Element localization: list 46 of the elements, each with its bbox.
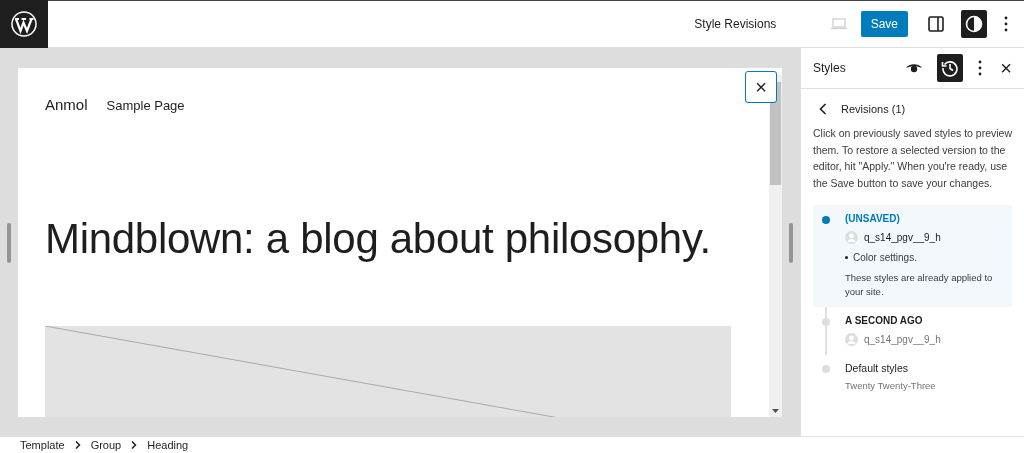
page-heading: Mindblown: a blog about philosophy. [45, 215, 712, 263]
change-summary: Color settings. [853, 252, 917, 263]
wordpress-logo[interactable] [0, 0, 48, 48]
sidebar-icon [928, 16, 944, 32]
author-name: q_s14_pgv__9_h [864, 232, 941, 243]
laptop-icon [830, 18, 847, 30]
styles-toggle-button[interactable] [961, 10, 987, 38]
breadcrumb-link[interactable]: Group [90, 437, 122, 453]
site-title[interactable]: Anmol [45, 96, 88, 113]
timeline-dot [822, 216, 830, 224]
revision-item[interactable]: (UNSAVED) q_s14_pgv__9_h Color settings. These styles are already applied to your site. [813, 205, 1012, 307]
scrollbar[interactable] [769, 74, 782, 417]
save-button[interactable]: Save [860, 11, 908, 37]
contrast-icon [965, 15, 983, 33]
scroll-down-icon[interactable] [772, 409, 779, 413]
avatar-icon [845, 333, 858, 346]
nav-link[interactable]: Sample Page [106, 98, 185, 113]
panel-title: Styles [813, 61, 847, 75]
timeline-dot [822, 365, 830, 373]
more-icon [978, 60, 982, 76]
breadcrumb-link[interactable]: Heading [147, 437, 189, 453]
history-icon [941, 59, 959, 77]
author-name: q_s14_pgv__9_h [864, 334, 941, 345]
close-button[interactable]: × [994, 54, 1018, 82]
resize-handle[interactable] [7, 222, 11, 263]
wordpress-icon [11, 10, 37, 37]
theme-name: Twenty Twenty-Three [845, 380, 937, 391]
chevron-icon [74, 441, 81, 449]
revision-item[interactable]: Default styles Twenty Twenty-Three [813, 354, 1012, 399]
document-title: Style Revisions [694, 17, 777, 31]
back-button[interactable] [817, 101, 829, 117]
resize-handle[interactable] [789, 222, 793, 263]
description-text: Click on previously saved styles to preview them. To restore a selected version to the editor, hit "Apply." When you're ready, use the Save button to save your changes. [813, 126, 1012, 191]
section-title: Revisions (1) [841, 103, 906, 115]
applied-note: These styles are already applied to your site. [845, 271, 994, 299]
revision-date: (UNSAVED) [845, 213, 901, 224]
revision-date: A SECOND AGO [845, 315, 924, 326]
more-icon [1004, 16, 1008, 32]
chevron-icon [131, 441, 138, 449]
eye-icon [906, 63, 922, 73]
avatar-icon [845, 231, 858, 244]
revision-title: Default styles [845, 362, 910, 374]
breadcrumb-link[interactable]: Template [20, 437, 65, 453]
revision-item[interactable]: A SECOND AGO q_s14_pgv__9_h [813, 307, 1012, 354]
close-button[interactable]: × [745, 71, 777, 103]
revisions-button[interactable] [937, 54, 963, 82]
